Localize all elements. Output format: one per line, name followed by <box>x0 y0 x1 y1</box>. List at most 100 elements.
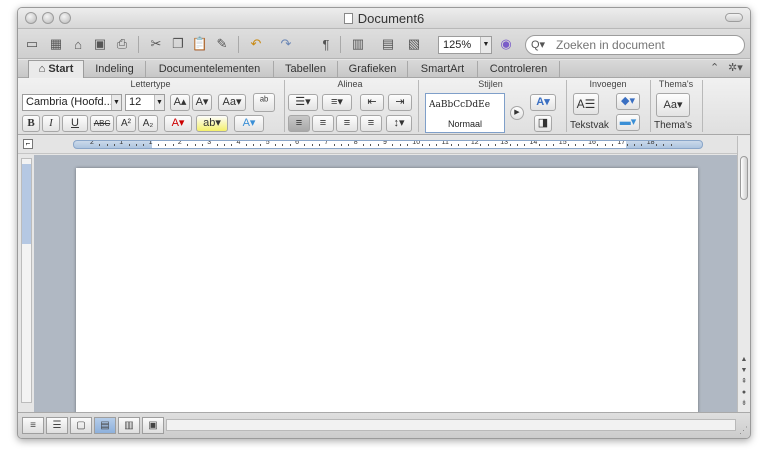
style-gallery-next-icon[interactable]: ▶ <box>510 106 524 120</box>
document-page[interactable] <box>76 168 698 414</box>
draft-view-button[interactable]: ≡ <box>22 417 44 434</box>
group-title-styles: Stijlen <box>478 79 503 89</box>
picture-icon[interactable]: ▬▾ <box>616 114 640 131</box>
zoom-select[interactable]: 125% ▼ <box>438 36 492 54</box>
group-title-themes: Thema's <box>658 79 694 89</box>
font-color-button[interactable]: A▾ <box>164 115 192 132</box>
decrease-indent-button[interactable]: ⇤ <box>360 94 384 111</box>
justify-button[interactable]: ≡ <box>360 115 382 132</box>
font-size-select[interactable]: 12 ▼ <box>125 94 165 111</box>
chevron-down-icon: ▼ <box>154 95 164 110</box>
shape-icon[interactable]: ◆▾ <box>616 93 640 110</box>
cut-icon[interactable]: ✂ <box>146 34 166 54</box>
horizontal-ruler[interactable]: 2 1 1 2 3 4 5 6 7 8 9 10 11 12 13 14 15 16 17 18 <box>73 140 703 149</box>
notebook-view-button[interactable]: ▥ <box>118 417 140 434</box>
ruler-number: 13 <box>500 140 508 146</box>
ruler-tick <box>656 144 658 146</box>
paste-icon[interactable]: 📋 <box>190 34 210 54</box>
text-effects-button[interactable]: A▾ <box>234 115 264 132</box>
publishing-view-button[interactable]: ▢ <box>70 417 92 434</box>
tab-smartart[interactable]: SmartArt <box>408 61 478 77</box>
scroll-down-icon[interactable]: ▼ <box>739 365 749 376</box>
highlight-button[interactable]: ab▾ <box>196 115 228 132</box>
vertical-ruler[interactable] <box>21 158 32 403</box>
tab-documentelementen[interactable]: Documentelementen <box>146 61 274 77</box>
shrink-font-button[interactable]: A▾ <box>192 94 212 111</box>
ruler-number: 14 <box>529 140 538 146</box>
strikethrough-button[interactable]: ABC <box>90 115 114 132</box>
next-page-icon[interactable]: ⇟ <box>739 398 749 409</box>
tab-start[interactable]: ⌂ Start <box>28 60 84 78</box>
search-icon[interactable]: Q▾ <box>531 38 545 51</box>
align-center-button[interactable]: ≡ <box>312 115 334 132</box>
increase-indent-button[interactable]: ⇥ <box>388 94 412 111</box>
tab-label: Start <box>48 63 74 75</box>
grow-font-button[interactable]: A▴ <box>170 94 190 111</box>
previous-page-icon[interactable]: ⇞ <box>739 376 749 387</box>
scrollbar-thumb[interactable] <box>740 156 748 200</box>
align-right-button[interactable]: ≡ <box>336 115 358 132</box>
search-field[interactable]: Q▾ <box>525 35 745 55</box>
templates-icon[interactable]: ▦ <box>46 34 66 54</box>
outline-view-button[interactable]: ☰ <box>46 417 68 434</box>
clear-formatting-button[interactable]: ᵃᵇ <box>253 93 275 112</box>
new-document-icon[interactable]: ▭ <box>22 34 42 54</box>
horizontal-scrollbar[interactable] <box>166 419 736 431</box>
bullets-button[interactable]: ☰▾ <box>288 94 318 111</box>
ruler-tick <box>421 144 423 146</box>
resize-grip-icon[interactable]: ⋰ <box>739 425 748 436</box>
ruler-number: 1 <box>119 140 124 146</box>
style-gallery-normal[interactable]: AaBbCcDdEe Normaal <box>425 93 505 133</box>
ribbon: Lettertype Cambria (Hoofd... ▼ 12 ▼ A▴ A… <box>18 78 750 135</box>
format-painter-icon[interactable]: ✎ <box>212 34 232 54</box>
window-title: Document6 <box>18 11 750 26</box>
collapse-ribbon-icon[interactable]: ⌃ <box>710 61 719 74</box>
ruler-number: 2 <box>90 140 94 146</box>
subscript-button[interactable]: A₂ <box>138 115 158 132</box>
tab-stop-selector[interactable]: ⌐ <box>23 139 33 149</box>
tab-tabellen[interactable]: Tabellen <box>274 61 338 77</box>
undo-icon[interactable]: ↶ <box>246 34 266 54</box>
manage-styles-icon[interactable]: A▾ <box>530 94 556 111</box>
scroll-up-icon[interactable]: ▲ <box>739 354 749 365</box>
bold-button[interactable]: B <box>22 115 40 132</box>
tab-controleren[interactable]: Controleren <box>478 61 560 77</box>
save-icon[interactable]: ▣ <box>90 34 110 54</box>
chevron-down-icon: ▼ <box>480 37 491 53</box>
ruler-tick <box>363 144 365 146</box>
vertical-scrollbar[interactable]: ▲ ▼ ⇞ ● ⇟ <box>737 136 750 414</box>
toolbar-toggle-button[interactable] <box>725 13 743 22</box>
print-icon[interactable]: ⎙ <box>112 34 132 54</box>
align-left-button[interactable]: ≡ <box>288 115 310 132</box>
print-layout-view-button[interactable]: ▤ <box>94 417 116 434</box>
full-screen-view-button[interactable]: ▣ <box>142 417 164 434</box>
style-sample-text: AaBbCcDdEe <box>429 100 491 110</box>
textbox-icon[interactable]: A☰ <box>573 93 599 115</box>
media-browser-icon[interactable]: ▧ <box>404 34 424 54</box>
change-case-button[interactable]: Aa▾ <box>218 94 246 111</box>
sidebar-icon[interactable]: ▥ <box>348 34 368 54</box>
font-name-select[interactable]: Cambria (Hoofd... ▼ <box>22 94 122 111</box>
italic-button[interactable]: I <box>42 115 60 132</box>
numbering-button[interactable]: ≡▾ <box>322 94 352 111</box>
pilcrow-icon[interactable]: ¶ <box>316 34 336 54</box>
line-spacing-button[interactable]: ↕▾ <box>386 115 412 132</box>
help-icon[interactable]: ◉ <box>496 34 516 54</box>
gear-icon[interactable]: ✲▾ <box>728 61 743 74</box>
ruler-tick <box>260 144 262 146</box>
search-input[interactable] <box>556 38 736 52</box>
ruler-tick <box>223 144 225 146</box>
open-icon[interactable]: ⌂ <box>68 34 88 54</box>
browse-object-icon[interactable]: ● <box>739 387 749 398</box>
copy-icon[interactable]: ❐ <box>168 34 188 54</box>
toolbox-icon[interactable]: ▤ <box>378 34 398 54</box>
ruler-tick <box>253 144 255 146</box>
superscript-button[interactable]: A² <box>116 115 136 132</box>
tab-grafieken[interactable]: Grafieken <box>338 61 408 77</box>
redo-icon[interactable]: ↷ <box>276 34 296 54</box>
italic-label: I <box>49 117 53 129</box>
underline-button[interactable]: U <box>62 115 88 132</box>
tab-indeling[interactable]: Indeling <box>84 61 146 77</box>
themes-icon[interactable]: Aa▾ <box>656 93 690 117</box>
styles-pane-icon[interactable]: ◨ <box>534 115 552 132</box>
